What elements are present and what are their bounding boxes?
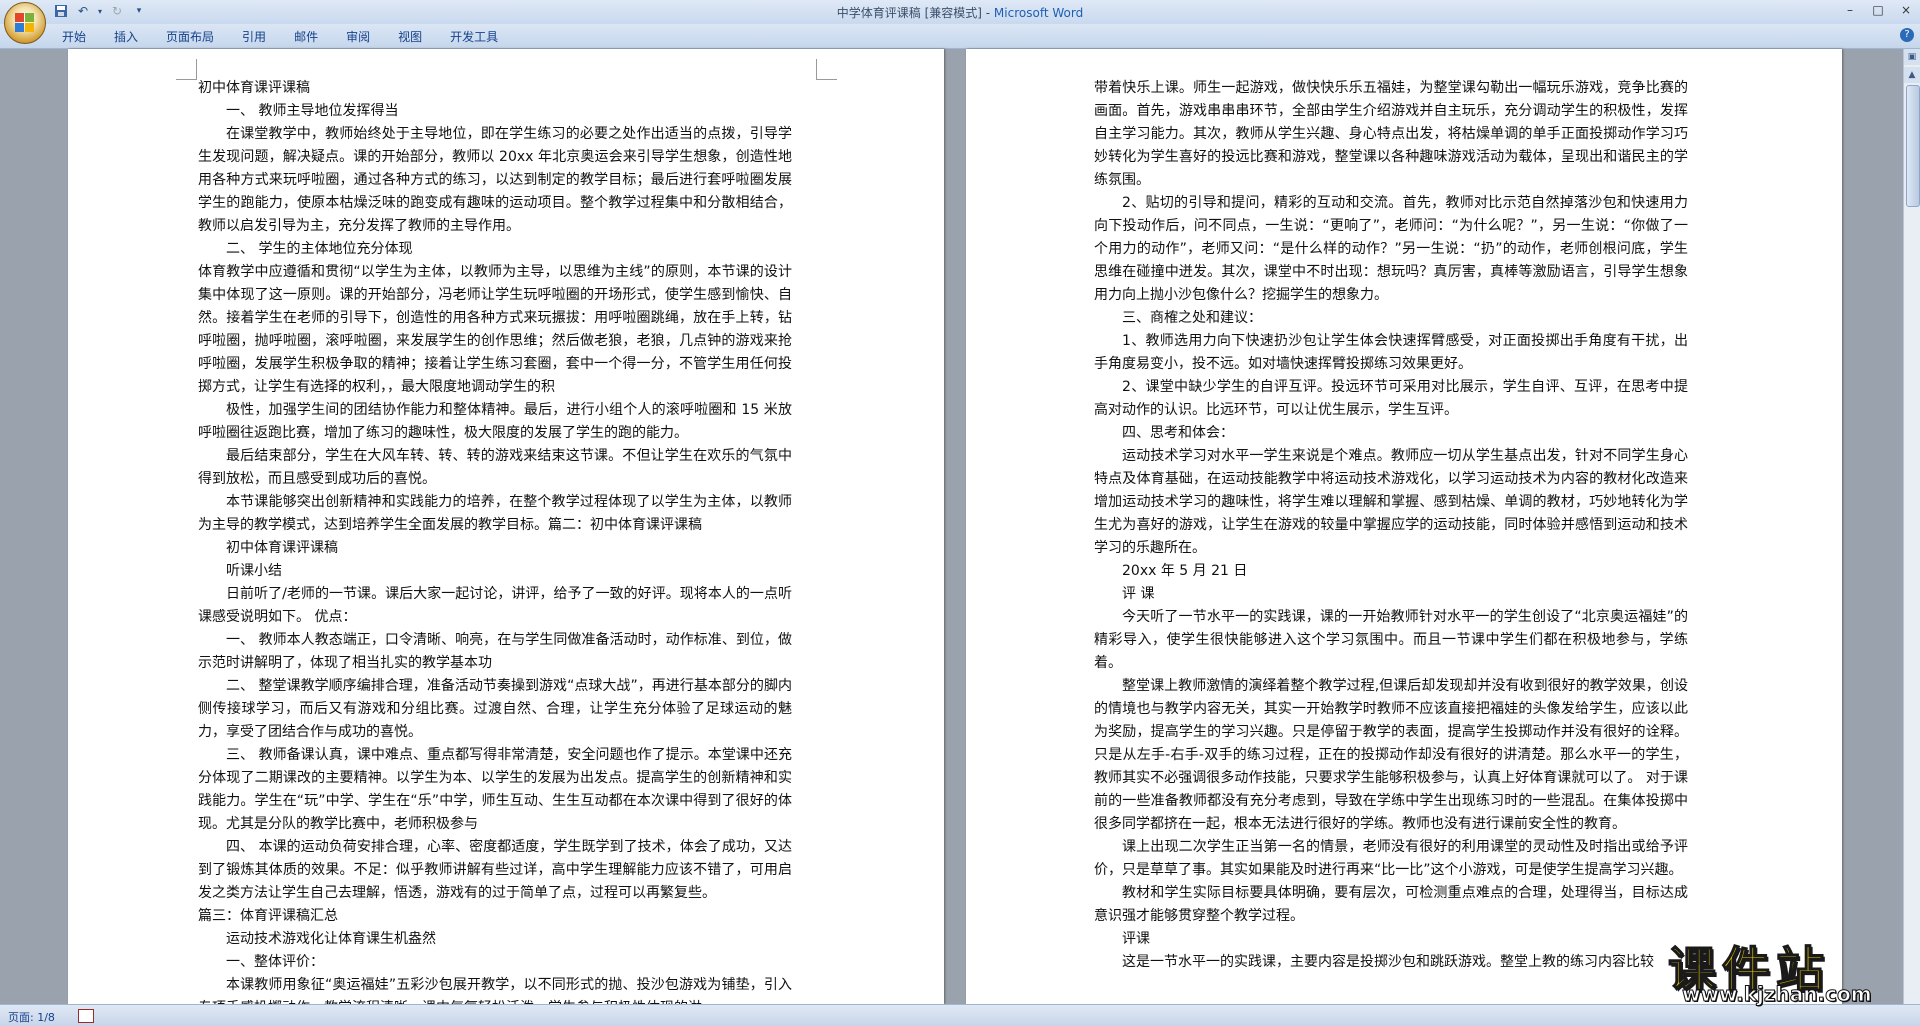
minimize-button[interactable]: – — [1836, 0, 1864, 20]
page-left-body[interactable]: 初中体育课评课稿 一、 教师主导地位发挥得当 在课堂教学中，教师始终处于主导地位，即… — [198, 77, 792, 1020]
paragraph[interactable]: 2、贴切的引导和提问，精彩的互动和交流。首先，教师对比示范自然掉落沙包和快速用力… — [1094, 192, 1688, 307]
page-count[interactable]: 页面: 1/8 — [8, 1009, 55, 1025]
paragraph[interactable]: 课上出现二次学生正当第一名的情景，老师没有很好的利用课堂的灵动性及时指出或给予评… — [1094, 836, 1688, 882]
paragraph[interactable]: 评 课 — [1094, 583, 1688, 606]
paragraph[interactable]: 运动技术游戏化让体育课生机盎然 — [198, 928, 792, 951]
ruler-toggle-icon[interactable]: ▣ — [1904, 49, 1920, 65]
tab-mailings[interactable]: 邮件 — [280, 28, 332, 46]
crop-mark — [176, 59, 197, 80]
scroll-thumb[interactable] — [1906, 85, 1920, 207]
paragraph[interactable]: 1、教师选用力向下快速扔沙包让学生体会快速挥臂感受，对正面投掷出手角度有干扰，出… — [1094, 330, 1688, 376]
vertical-scrollbar[interactable]: ▣ ▲ — [1903, 49, 1920, 1004]
tab-home[interactable]: 开始 — [48, 28, 100, 46]
paragraph[interactable]: 运动技术学习对水平一学生来说是个难点。教师应一切从学生基点出发，针对不同学生身心… — [1094, 445, 1688, 560]
paragraph[interactable]: 三、 教师备课认真，课中难点、重点都写得非常清楚，安全问题也作了提示。本堂课中还… — [198, 744, 792, 836]
tab-page-layout[interactable]: 页面布局 — [152, 28, 228, 46]
scroll-up-arrow[interactable]: ▲ — [1904, 67, 1920, 83]
close-button[interactable]: × — [1892, 0, 1920, 20]
watermark-url: www.kjzhan.com — [1682, 982, 1873, 1007]
paragraph[interactable]: 带着快乐上课。师生一起游戏，做快快乐乐五福娃，为整堂课勾勒出一幅玩乐游戏，竞争比… — [1094, 77, 1688, 192]
paragraph[interactable]: 整堂课上教师激情的演绎着整个教学过程,但课后却发现却并没有收到很好的教学效果，创… — [1094, 675, 1688, 836]
document-title: 中学体育评课稿 [兼容模式] - — [836, 6, 994, 20]
paragraph[interactable]: 体育教学中应遵循和贯彻“以学生为主体，以教师为主导，以思维为主线”的原则，本节课… — [198, 261, 792, 399]
window-controls: – □ × — [1836, 0, 1920, 20]
paragraph[interactable]: 极性，加强学生间的团结协作能力和整体精神。最后，进行小组个人的滚呼啦圈和 15 … — [198, 399, 792, 445]
paragraph[interactable]: 教材和学生实际目标要具体明确，要有层次，可检测重点难点的合理，处理得当，目标达成… — [1094, 882, 1688, 928]
paragraph[interactable]: 三、商榷之处和建议： — [1094, 307, 1688, 330]
paragraph[interactable]: 一、整体评价： — [198, 951, 792, 974]
paragraph[interactable]: 听课小结 — [198, 560, 792, 583]
paragraph[interactable]: 本节课能够突出创新精神和实践能力的培养，在整个教学过程体现了以学生为主体，以教师… — [198, 491, 792, 537]
window-title: 中学体育评课稿 [兼容模式] - Microsoft Word — [0, 4, 1920, 21]
paragraph[interactable]: 二、 整堂课教学顺序编排合理，准备活动节奏操到游戏“点球大战”，再进行基本部分的… — [198, 675, 792, 744]
tab-references[interactable]: 引用 — [228, 28, 280, 46]
paragraph[interactable]: 初中体育课评课稿 — [198, 537, 792, 560]
paragraph[interactable]: 四、思考和体会： — [1094, 422, 1688, 445]
paragraph[interactable]: 篇三：体育评课稿汇总 — [198, 905, 792, 928]
tab-developer[interactable]: 开发工具 — [436, 28, 512, 46]
tab-review[interactable]: 审阅 — [332, 28, 384, 46]
paragraph[interactable]: 二、 学生的主体地位充分体现 — [198, 238, 792, 261]
office-logo-icon — [15, 13, 35, 33]
paragraph[interactable]: 一、 教师主导地位发挥得当 — [198, 100, 792, 123]
paragraph[interactable]: 这是一节水平一的实践课，主要内容是投掷沙包和跳跃游戏。整堂上教的练习内容比较 — [1094, 951, 1688, 974]
ribbon-tabs: 开始 插入 页面布局 引用 邮件 审阅 视图 开发工具 — [48, 28, 512, 46]
ribbon-tab-bar: 开始 插入 页面布局 引用 邮件 审阅 视图 开发工具 ? — [0, 24, 1920, 49]
status-bar: 页面: 1/8 — [0, 1004, 1920, 1026]
paragraph[interactable]: 在课堂教学中，教师始终处于主导地位，即在学生练习的必要之处作出适当的点拨，引导学… — [198, 123, 792, 238]
tab-view[interactable]: 视图 — [384, 28, 436, 46]
tab-insert[interactable]: 插入 — [100, 28, 152, 46]
title-bar: ↶ ▾ ↻ ▾ 中学体育评课稿 [兼容模式] - Microsoft Word … — [0, 0, 1920, 25]
paragraph[interactable]: 四、 本课的运动负荷安排合理，心率、密度都适度，学生既学到了技术，体会了成功，又… — [198, 836, 792, 905]
paragraph[interactable]: 初中体育课评课稿 — [198, 77, 792, 100]
watermark-logo: 课件站 www.kjzhan.com — [1667, 930, 1904, 1007]
paragraph[interactable]: 日前听了/老师的一节课。课后大家一起讨论，讲评，给予了一致的好评。现将本人的一点… — [198, 583, 792, 629]
page-right-body[interactable]: 带着快乐上课。师生一起游戏，做快快乐乐五福娃，为整堂课勾勒出一幅玩乐游戏，竞争比… — [1094, 77, 1688, 974]
paragraph[interactable]: 一、 教师本人教态端正，口令清晰、响亮，在与学生同做准备活动时，动作标准、到位，… — [198, 629, 792, 675]
paragraph[interactable]: 评课 — [1094, 928, 1688, 951]
maximize-button[interactable]: □ — [1864, 0, 1892, 20]
page-left[interactable]: 初中体育课评课稿 一、 教师主导地位发挥得当 在课堂教学中，教师始终处于主导地位，即… — [68, 49, 944, 1016]
proofing-icon[interactable] — [78, 1009, 94, 1023]
paragraph[interactable]: 20xx 年 5 月 21 日 — [1094, 560, 1688, 583]
app-name: Microsoft Word — [993, 6, 1084, 20]
crop-mark — [816, 59, 837, 80]
paragraph[interactable]: 最后结束部分，学生在大风车转、转、转的游戏来结束这节课。不但让学生在欢乐的气氛中… — [198, 445, 792, 491]
office-button[interactable] — [4, 2, 46, 44]
paragraph[interactable]: 2、课堂中缺少学生的自评互评。投远环节可采用对比展示，学生自评、互评，在思考中提… — [1094, 376, 1688, 422]
help-icon[interactable]: ? — [1900, 28, 1914, 42]
paragraph[interactable]: 今天听了一节水平一的实践课，课的一开始教师针对水平一的学生创设了“北京奥运福娃”… — [1094, 606, 1688, 675]
page-right[interactable]: 带着快乐上课。师生一起游戏，做快快乐乐五福娃，为整堂课勾勒出一幅玩乐游戏，竞争比… — [966, 49, 1842, 1004]
